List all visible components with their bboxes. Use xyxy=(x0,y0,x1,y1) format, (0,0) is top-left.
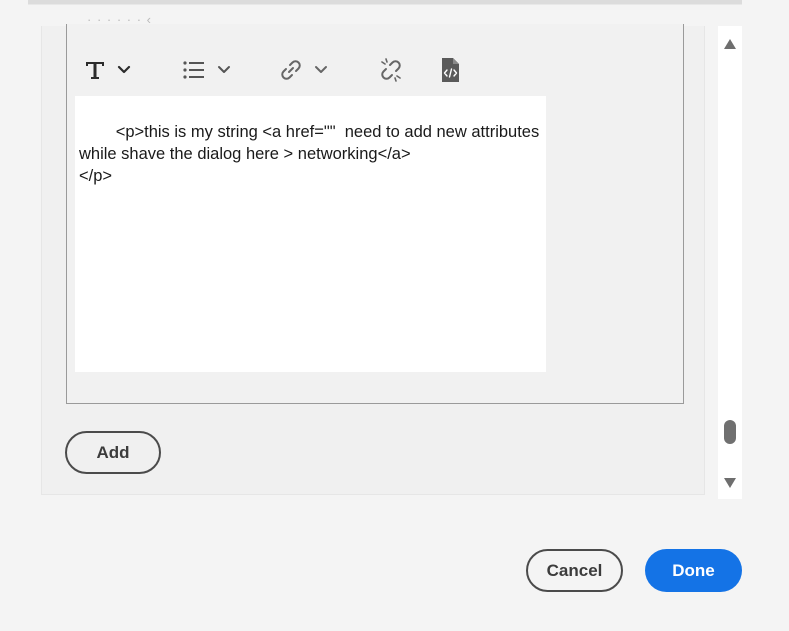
chevron-down-icon xyxy=(117,65,131,75)
chevron-down-icon xyxy=(314,65,328,75)
bulleted-list-icon xyxy=(182,58,206,82)
rich-text-editor: · · · · · · ‹ <p>this is my string <a hr… xyxy=(66,12,684,404)
cancel-button[interactable]: Cancel xyxy=(526,549,623,592)
editor-content: <p>this is my string <a href="" need to … xyxy=(79,123,540,185)
form-panel: · · · · · · ‹ <p>this is my string <a hr… xyxy=(41,12,705,495)
dialog: · · · · · · ‹ <p>this is my string <a hr… xyxy=(0,0,789,631)
unlink-button[interactable] xyxy=(378,52,404,88)
source-button[interactable] xyxy=(439,52,461,88)
link-icon xyxy=(279,58,303,82)
list-button[interactable] xyxy=(182,52,231,88)
done-button[interactable]: Done xyxy=(645,549,742,592)
chevron-down-icon xyxy=(217,65,231,75)
scrollbar-thumb[interactable] xyxy=(724,420,736,444)
scroll-up-arrow-icon[interactable] xyxy=(723,37,737,49)
add-button[interactable]: Add xyxy=(65,431,161,474)
scrollbar[interactable] xyxy=(718,26,742,499)
editor-textarea[interactable]: <p>this is my string <a href="" need to … xyxy=(75,96,546,372)
text-style-button[interactable] xyxy=(83,52,131,88)
clipped-label: · · · · · · ‹ xyxy=(87,12,152,27)
link-button[interactable] xyxy=(279,52,328,88)
unlink-icon xyxy=(378,57,404,83)
resize-handle-icon[interactable] xyxy=(534,360,544,370)
editor-toolbar xyxy=(67,52,683,88)
source-code-icon xyxy=(439,57,461,83)
text-format-icon xyxy=(83,58,107,82)
top-divider xyxy=(28,0,742,5)
scroll-down-arrow-icon[interactable] xyxy=(723,476,737,488)
